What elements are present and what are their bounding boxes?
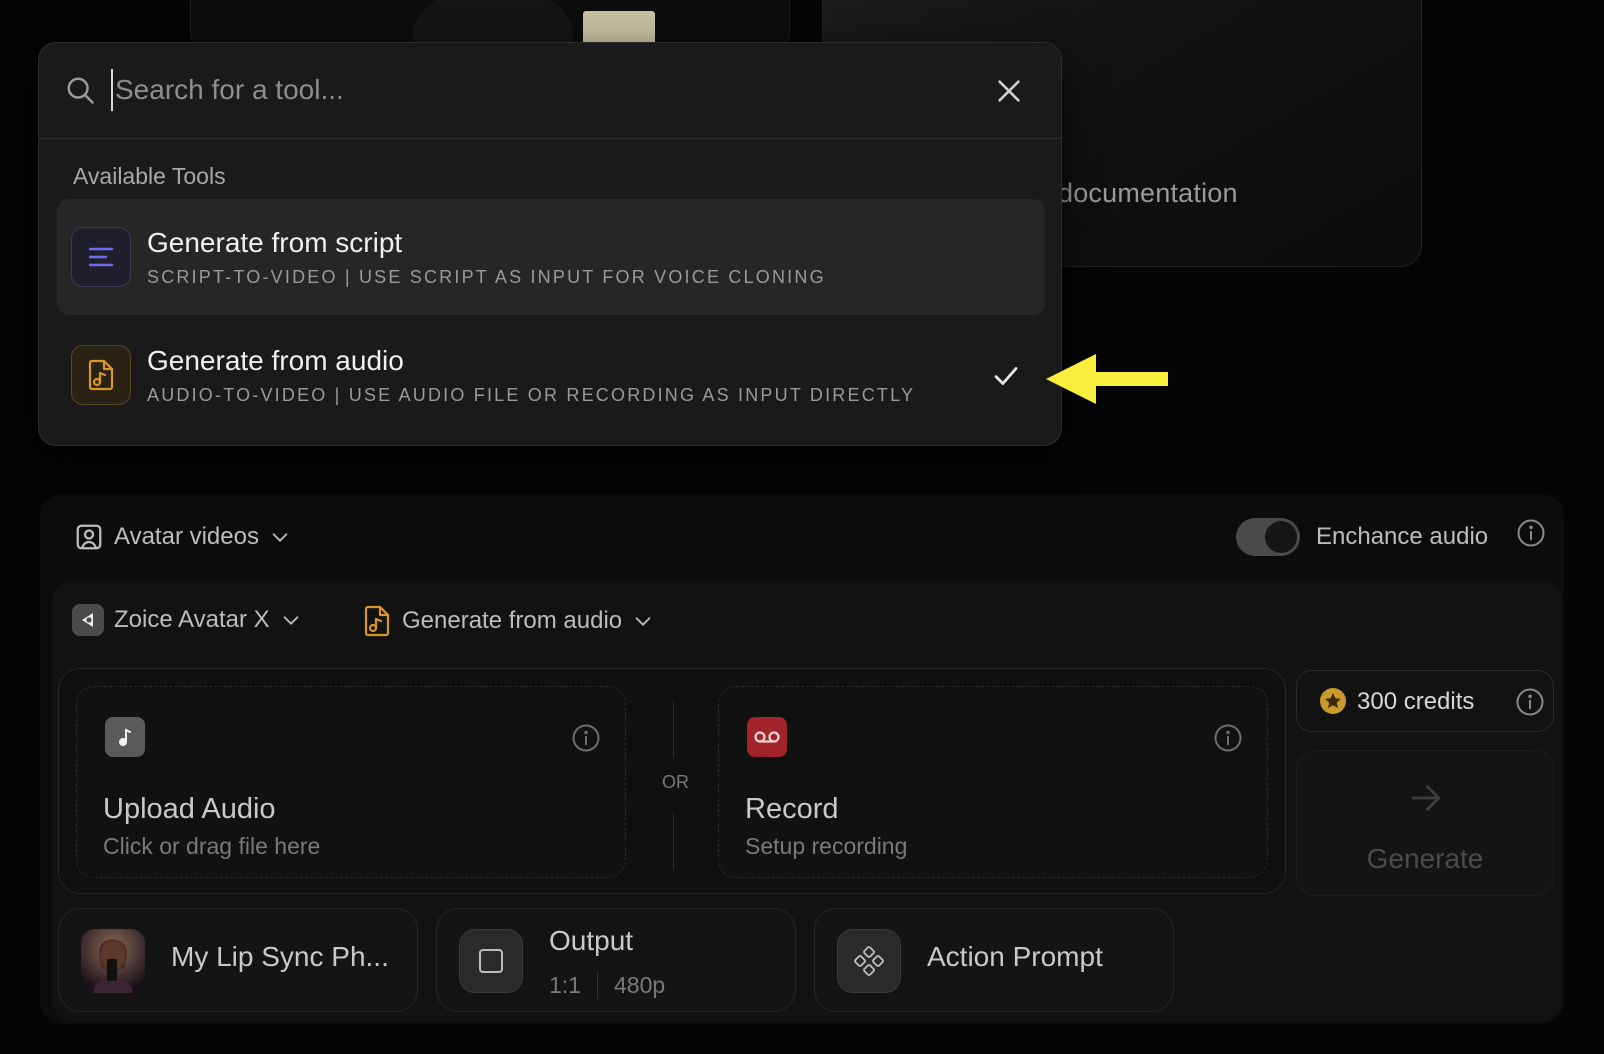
divider [596, 971, 598, 999]
square-frame-icon [459, 929, 523, 993]
resolution: 480p [613, 971, 666, 998]
credits-badge: 300 credits [1296, 670, 1554, 732]
info-icon[interactable] [1516, 518, 1546, 548]
divider [673, 812, 674, 870]
action-prompt-label: Action Prompt [927, 941, 1103, 972]
tool-option-script[interactable]: Generate from script SCRIPT-TO-VIDEO | U… [57, 199, 1045, 315]
model-logo-icon [72, 604, 104, 636]
chevron-down-icon [635, 617, 651, 626]
tool-option-audio[interactable]: Generate from audio AUDIO-TO-VIDEO | USE… [57, 317, 1045, 433]
available-tools-heading: Available Tools [73, 163, 226, 189]
action-prompt-chip[interactable]: Action Prompt [814, 908, 1174, 1012]
or-separator: OR [662, 700, 689, 870]
category-dropdown[interactable]: Avatar videos [74, 522, 291, 552]
avatar-chip[interactable]: My Lip Sync Ph... [58, 908, 418, 1012]
record-card[interactable]: Record Setup recording [718, 686, 1268, 878]
upload-audio-subtitle: Click or drag file here [103, 833, 321, 859]
record-title: Record [745, 793, 839, 825]
avatar-chip-label: My Lip Sync Ph... [171, 941, 389, 972]
documentation-link[interactable]: documentation [1058, 178, 1238, 209]
output-settings: 1:1 480p [549, 971, 665, 999]
audio-file-icon [364, 605, 390, 637]
toggle-knob [1265, 521, 1297, 553]
or-label: OR [662, 772, 689, 792]
annotation-arrow-icon [1046, 354, 1168, 404]
tool-option-title: Generate from script [147, 227, 403, 258]
upload-audio-card[interactable]: Upload Audio Click or drag file here [76, 686, 626, 878]
arrow-right-icon [1411, 785, 1441, 811]
tool-option-subtitle: SCRIPT-TO-VIDEO | USE SCRIPT AS INPUT FO… [147, 267, 826, 287]
record-subtitle: Setup recording [745, 833, 908, 859]
divider [673, 700, 674, 758]
avatar-thumbnail [81, 929, 145, 993]
move-arrows-icon [837, 929, 901, 993]
info-icon[interactable] [1213, 723, 1243, 753]
mode-label: Generate from audio [402, 607, 623, 634]
tool-search-input[interactable] [111, 69, 951, 111]
tool-option-title: Generate from audio [147, 345, 404, 376]
avatar-frame-icon [76, 524, 102, 550]
aspect-ratio: 1:1 [549, 971, 581, 998]
check-icon [994, 367, 1018, 385]
search-bar [39, 43, 1061, 139]
tool-picker-popup: Available Tools Generate from script SCR… [38, 42, 1062, 446]
model-dropdown[interactable]: Zoice Avatar X [72, 604, 302, 636]
output-chip-label: Output [549, 925, 634, 956]
music-note-icon [105, 717, 145, 757]
star-coin-icon [1320, 688, 1346, 714]
enhance-audio-toggle[interactable] [1236, 518, 1300, 556]
tool-option-subtitle: AUDIO-TO-VIDEO | USE AUDIO FILE OR RECOR… [147, 385, 916, 405]
upload-audio-title: Upload Audio [103, 793, 276, 825]
model-label: Zoice Avatar X [114, 606, 270, 633]
output-chip[interactable]: Output 1:1 480p [436, 908, 796, 1012]
chevron-down-icon [283, 616, 298, 625]
audio-file-icon [71, 345, 131, 405]
chevron-down-icon [272, 533, 288, 542]
info-icon[interactable] [571, 723, 601, 753]
voicemail-icon [747, 717, 787, 757]
close-icon[interactable] [995, 77, 1023, 105]
generate-label: Generate [1366, 843, 1484, 874]
search-icon [67, 77, 94, 104]
lines-icon [71, 227, 131, 287]
mode-dropdown[interactable]: Generate from audio [362, 604, 654, 638]
enhance-audio-label: Enchance audio [1316, 523, 1489, 550]
info-icon[interactable] [1515, 687, 1545, 717]
credits-count: 300 credits [1357, 688, 1475, 715]
generate-button[interactable]: Generate [1296, 750, 1554, 896]
category-label: Avatar videos [114, 523, 259, 550]
